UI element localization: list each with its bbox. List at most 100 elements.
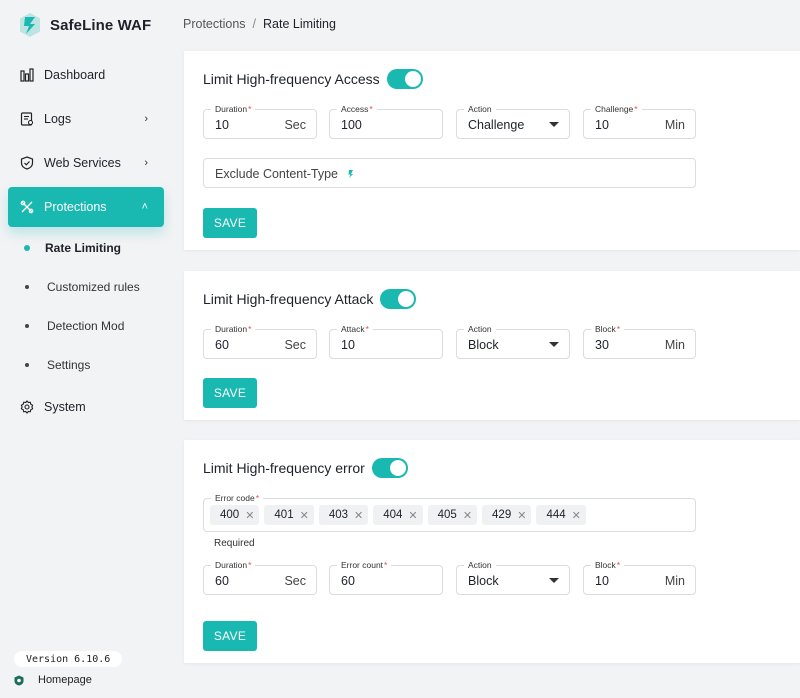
sidebar-item-protections[interactable]: Protections ˄ (8, 187, 164, 227)
tag-text: 400 (220, 509, 240, 521)
sidebar-subitem-customized-rules[interactable]: Customized rules (20, 275, 164, 299)
field-label: Action (464, 559, 496, 571)
caret-down-icon (549, 342, 559, 347)
error-card-title: Limit High-frequency error (203, 460, 365, 476)
exclude-content-type-input[interactable]: Exclude Content-Type (203, 158, 696, 188)
required-mark: * (384, 560, 388, 570)
breadcrumb-parent[interactable]: Protections (183, 17, 246, 31)
sidebar-subitem-settings[interactable]: Settings (20, 353, 164, 377)
action-value: Challenge (468, 118, 525, 132)
action-value: Block (468, 338, 499, 352)
required-mark: * (365, 324, 369, 334)
attack-count-field[interactable]: Attack* 10 (329, 323, 443, 359)
field-label: Challenge* (591, 103, 642, 115)
duration-value: 10 (215, 118, 229, 132)
close-icon[interactable]: ✕ (517, 509, 526, 522)
sidebar-subitem-label: Detection Mod (47, 319, 125, 333)
block-unit: Min (664, 338, 685, 352)
chevron-right-icon: › (144, 113, 148, 125)
sidebar-item-web-services[interactable]: Web Services › (8, 143, 164, 183)
breadcrumb-current: Rate Limiting (263, 17, 336, 31)
sidebar-item-label: Dashboard (44, 68, 106, 82)
close-icon[interactable]: ✕ (300, 509, 309, 522)
tag-text: 403 (328, 509, 348, 521)
tag-text: 401 (274, 509, 294, 521)
attack-save-button[interactable]: SAVE (203, 378, 257, 408)
error-code-tag: 403 ✕ (318, 505, 369, 525)
homepage-link[interactable]: Homepage (14, 674, 92, 686)
error-block-field[interactable]: Block* 10 Min (583, 559, 696, 595)
error-enabled-toggle[interactable] (371, 458, 408, 478)
attack-block-field[interactable]: Block* 30 Min (583, 323, 696, 359)
access-action-select[interactable]: Action Challenge (456, 103, 570, 139)
close-icon[interactable]: ✕ (408, 509, 417, 522)
bullet-icon (25, 363, 29, 367)
field-label: Duration* (211, 559, 256, 571)
bullet-icon (24, 245, 30, 251)
duration-value: 60 (215, 574, 229, 588)
field-label: Duration* (211, 103, 256, 115)
sidebar-item-dashboard[interactable]: Dashboard (8, 55, 164, 95)
action-value: Block (468, 574, 499, 588)
close-icon[interactable]: ✕ (572, 509, 581, 522)
field-label-text: Duration (215, 324, 248, 334)
error-action-select[interactable]: Action Block (456, 559, 570, 595)
required-mark: * (634, 104, 638, 114)
access-count-field[interactable]: Access* 100 (329, 103, 443, 139)
field-label: Error code* (211, 492, 263, 504)
attack-limit-card: Limit High-frequency Attack Duration* 60… (184, 271, 800, 420)
sidebar-subitem-detection-mod[interactable]: Detection Mod (20, 314, 164, 338)
version-badge: Version 6.10.6 (14, 651, 123, 667)
field-label: Action (464, 103, 496, 115)
tag-text: 404 (383, 509, 403, 521)
error-limit-card: Limit High-frequency error Error code* 4… (184, 440, 800, 663)
sidebar-subitem-rate-limiting[interactable]: Rate Limiting (20, 236, 164, 260)
info-icon[interactable] (346, 169, 356, 179)
attack-action-select[interactable]: Action Block (456, 323, 570, 359)
card-title: Limit High-frequency Attack (203, 289, 417, 309)
attack-value: 10 (341, 338, 355, 352)
error-code-field[interactable]: Error code* 400 ✕ 401 ✕ 403 ✕ 404 ✕ 405 ✕ 429… (203, 492, 696, 532)
sidebar-subitem-label: Customized rules (47, 280, 140, 294)
error-code-tag: 404 ✕ (373, 505, 423, 525)
field-label: Block* (591, 323, 625, 335)
field-label-text: Action (468, 104, 492, 114)
access-value: 100 (341, 118, 362, 132)
error-count-field[interactable]: Error count* 60 (329, 559, 443, 595)
field-label: Block* (591, 559, 625, 571)
error-code-tag: 400 ✕ (210, 505, 260, 525)
sidebar-item-system[interactable]: System (8, 387, 164, 427)
tools-icon (20, 200, 34, 214)
error-code-tag: 429 ✕ (482, 505, 532, 525)
required-mark: * (616, 560, 621, 570)
field-label-text: Duration (215, 560, 248, 570)
access-save-button[interactable]: SAVE (203, 208, 257, 238)
required-mark: * (248, 324, 252, 334)
required-mark: * (255, 493, 259, 503)
attack-card-title: Limit High-frequency Attack (203, 291, 374, 307)
gear-icon (20, 400, 34, 414)
field-label: Duration* (211, 323, 256, 335)
close-icon[interactable]: ✕ (245, 509, 254, 522)
attack-enabled-toggle[interactable] (380, 289, 417, 309)
shield-icon (20, 156, 34, 170)
access-enabled-toggle[interactable] (386, 69, 423, 89)
error-save-button[interactable]: SAVE (203, 621, 257, 651)
safeline-logo-icon (20, 13, 40, 37)
error-count-value: 60 (341, 574, 355, 588)
sidebar-item-logs[interactable]: Logs › (8, 99, 164, 139)
placeholder-wrap: Exclude Content-Type (215, 167, 356, 181)
sidebar-item-label: Logs (44, 112, 72, 126)
brand[interactable]: SafeLine WAF (18, 10, 151, 40)
access-challenge-field[interactable]: Challenge* 10 Min (583, 103, 696, 139)
close-icon[interactable]: ✕ (354, 509, 363, 522)
access-duration-field[interactable]: Duration* 10 Sec (203, 103, 317, 139)
attack-duration-field[interactable]: Duration* 60 Sec (203, 323, 317, 359)
tag-text: 429 (492, 509, 512, 521)
sidebar-subitem-label: Rate Limiting (45, 241, 122, 255)
close-icon[interactable]: ✕ (463, 509, 472, 522)
error-duration-field[interactable]: Duration* 60 Sec (203, 559, 317, 595)
access-limit-card: Limit High-frequency Access Duration* 10… (184, 51, 800, 250)
required-mark: * (369, 104, 373, 114)
sidebar-item-label: System (44, 400, 86, 414)
